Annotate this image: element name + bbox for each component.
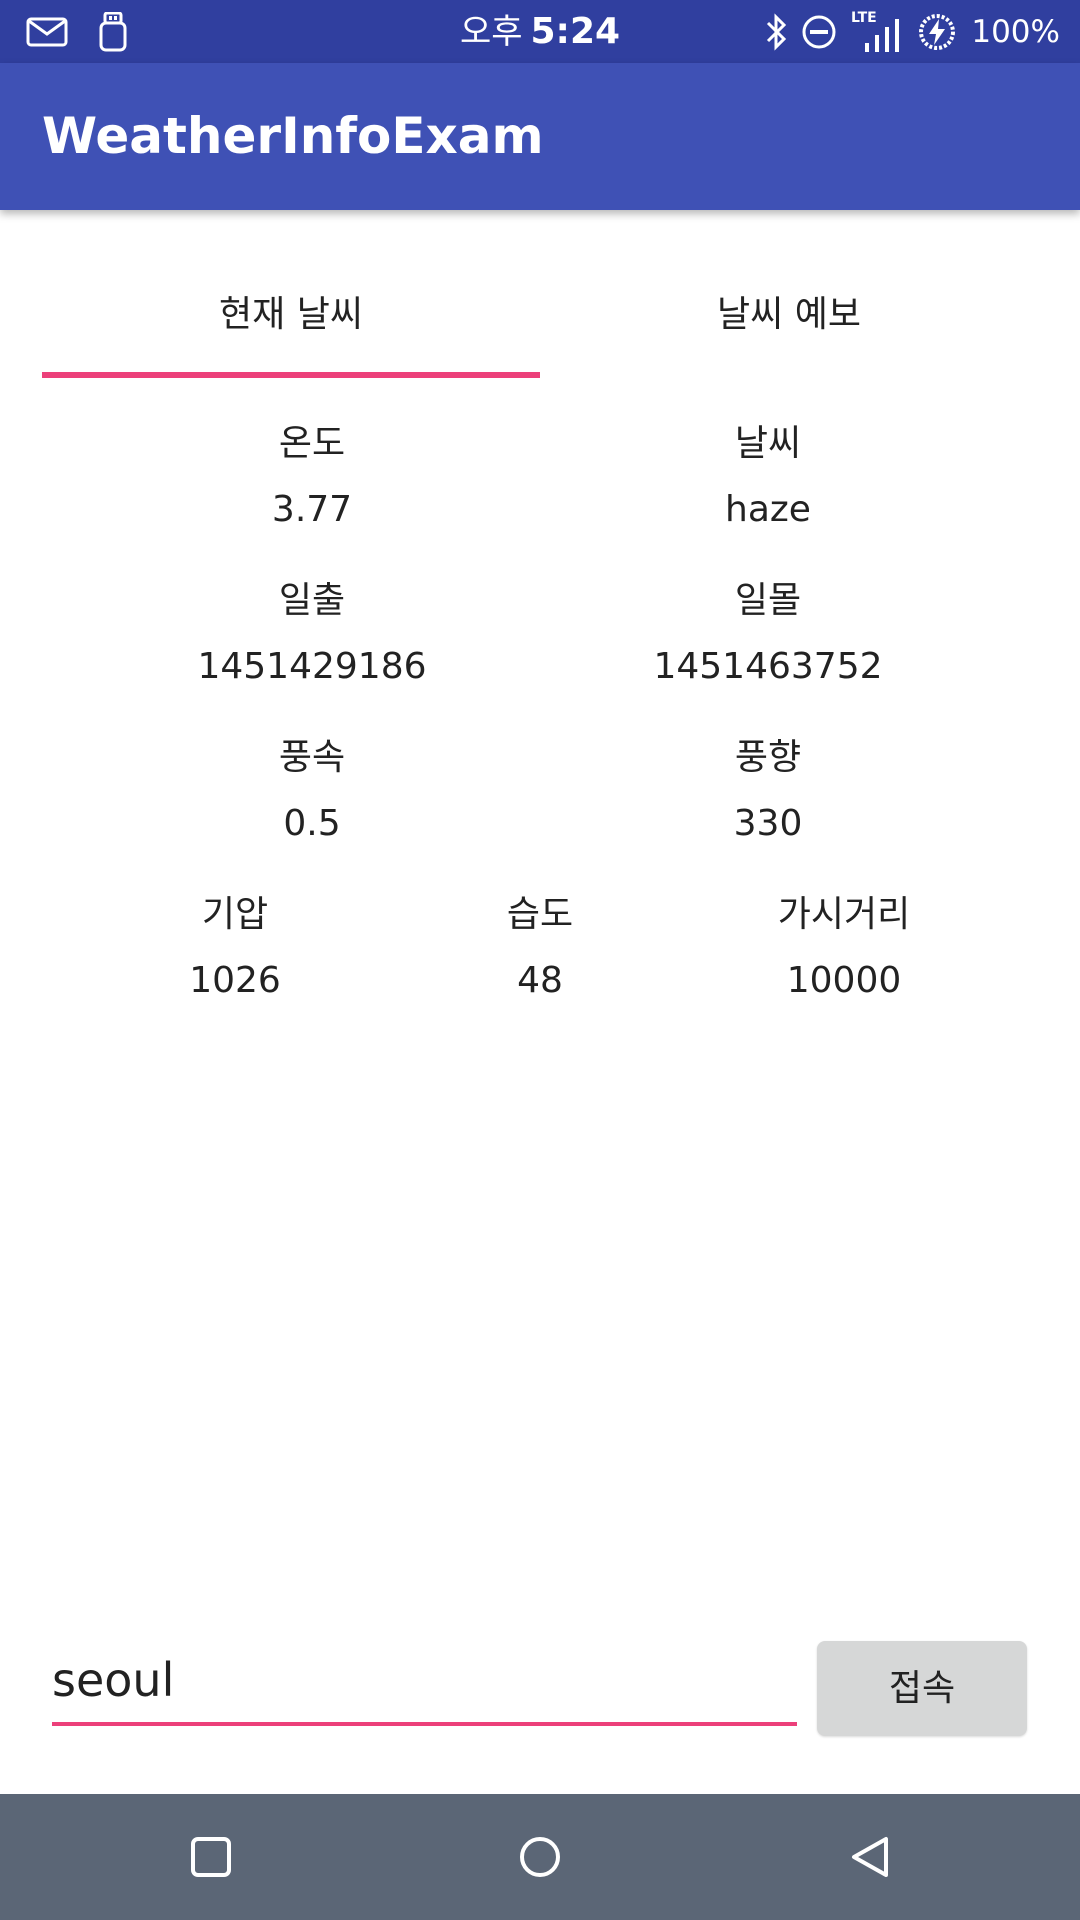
sunrise-cell: 일출 1451429186 <box>112 571 512 697</box>
back-icon[interactable] <box>840 1827 900 1887</box>
temperature-cell: 온도 3.77 <box>112 414 512 540</box>
visibility-label: 가시거리 <box>777 894 911 935</box>
sunset-label: 일몰 <box>734 580 802 621</box>
condition-label: 날씨 <box>734 423 802 464</box>
signal-icon: LTE <box>851 9 903 55</box>
battery-saver-icon <box>917 12 957 52</box>
network-type: LTE <box>851 10 877 26</box>
temperature-value: 3.77 <box>271 489 353 530</box>
sunset-value: 1451463752 <box>653 646 883 687</box>
condition-value: haze <box>725 489 811 530</box>
wind-direction-cell: 풍향 330 <box>568 728 968 854</box>
clock-time: 5:24 <box>530 11 621 52</box>
sunrise-label: 일출 <box>278 580 346 621</box>
clock-period: 오후 <box>459 12 523 52</box>
home-icon[interactable] <box>510 1827 570 1887</box>
temperature-label: 온도 <box>278 423 346 464</box>
tab-indicator <box>42 372 540 378</box>
visibility-cell: 가시거리 10000 <box>644 885 1044 1011</box>
condition-cell: 날씨 haze <box>568 414 968 540</box>
wind-direction-label: 풍향 <box>734 737 802 778</box>
status-bar: 오후 5:24 LTE 100% <box>0 0 1080 63</box>
city-input-underline <box>52 1722 797 1726</box>
visibility-value: 10000 <box>786 960 902 1001</box>
bluetooth-icon <box>765 12 787 51</box>
sunset-cell: 일몰 1451463752 <box>568 571 968 697</box>
wind-speed-cell: 풍속 0.5 <box>112 728 512 854</box>
city-input[interactable] <box>52 1640 797 1720</box>
tab-forecast[interactable]: 날씨 예보 <box>540 260 1038 380</box>
battery-percent: 100% <box>971 13 1060 50</box>
sunrise-value: 1451429186 <box>197 646 427 687</box>
recents-icon[interactable] <box>181 1827 241 1887</box>
app-bar: WeatherInfoExam <box>0 63 1080 210</box>
wind-direction-value: 330 <box>733 803 803 844</box>
navigation-bar <box>0 1794 1080 1920</box>
do-not-disturb-icon <box>801 14 837 50</box>
tab-bar: 현재 날씨 날씨 예보 <box>42 260 1038 380</box>
connect-button[interactable]: 접속 <box>817 1641 1027 1736</box>
app-title: WeatherInfoExam <box>42 107 544 165</box>
wind-speed-label: 풍속 <box>278 737 346 778</box>
tab-current-weather[interactable]: 현재 날씨 <box>42 260 540 380</box>
wind-speed-value: 0.5 <box>283 803 341 844</box>
